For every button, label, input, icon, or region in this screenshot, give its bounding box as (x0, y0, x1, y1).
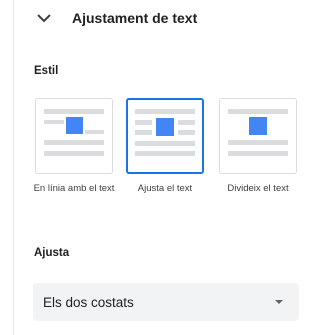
wrap-side-select-value: Els dos costats (43, 294, 134, 310)
wrap-text-icon (135, 109, 195, 156)
style-label: Estil (34, 65, 59, 77)
style-option-wrap-label: Ajusta el text (137, 183, 193, 194)
style-option-inline-label: En línia amb el text (33, 183, 115, 194)
break-text-icon (228, 109, 288, 156)
chevron-down-icon (37, 14, 51, 23)
style-option-break-label: Divideix el text (227, 183, 289, 194)
style-option-break[interactable] (219, 98, 297, 174)
inline-with-text-icon (44, 109, 104, 156)
wrap-side-select[interactable]: Els dos costats (33, 283, 299, 321)
text-wrapping-section-header[interactable]: Ajustament de text (36, 0, 286, 36)
style-option-inline[interactable] (35, 98, 113, 174)
section-title: Ajustament de text (72, 10, 198, 26)
panel-left-divider (13, 0, 14, 335)
wrap-label: Ajusta (34, 247, 70, 259)
caret-down-icon (275, 300, 283, 304)
style-option-wrap[interactable] (126, 98, 204, 174)
